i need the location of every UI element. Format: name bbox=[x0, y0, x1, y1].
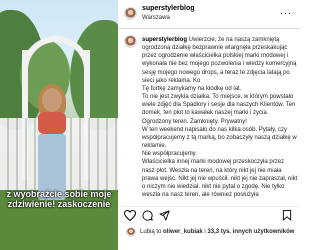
caption-username[interactable]: superstylerblog bbox=[142, 37, 187, 43]
post-media[interactable]: z wyobraźcie sobie moje zdziwienie! zask… bbox=[0, 0, 118, 250]
post-location[interactable]: Warszawa bbox=[142, 15, 170, 21]
caption-text: Uwierzcie, że na naszą zamkniętą ogrodzo… bbox=[142, 37, 298, 198]
likes-summary[interactable]: Lubią to oliwer_kubiak i 33,3 tys. innyc… bbox=[126, 227, 300, 241]
person bbox=[42, 88, 62, 112]
post-header: superstylerblog Warszawa ··· bbox=[118, 0, 300, 29]
avatar[interactable] bbox=[124, 7, 137, 20]
bookmark-icon[interactable] bbox=[282, 210, 292, 221]
video-caption-line: zdziwienie! zaskoczenie bbox=[7, 199, 111, 209]
video-caption: z wyobraźcie sobie moje zdziwienie! zask… bbox=[0, 189, 118, 209]
likes-user[interactable]: oliwer_kubiak bbox=[163, 229, 203, 235]
video-caption-line: z wyobraźcie sobie moje bbox=[6, 189, 112, 199]
likes-text: Lubią to oliwer_kubiak i 33,3 tys. innyc… bbox=[140, 229, 294, 235]
comment-icon[interactable] bbox=[142, 210, 153, 221]
likes-count[interactable]: 33,3 tys. innych użytkowników bbox=[207, 229, 294, 235]
avatar bbox=[126, 227, 136, 237]
person bbox=[38, 112, 66, 134]
likes-prefix: Lubią to bbox=[140, 229, 164, 235]
post-panel: superstylerblog Warszawa ··· superstyler… bbox=[118, 0, 300, 250]
heart-icon[interactable] bbox=[124, 210, 136, 221]
media-foliage bbox=[70, 20, 118, 130]
post-caption: superstylerblog Uwierzcie, że na naszą z… bbox=[142, 36, 298, 199]
author-username[interactable]: superstylerblog bbox=[142, 5, 195, 12]
share-icon[interactable] bbox=[159, 210, 170, 221]
more-options-icon[interactable]: ··· bbox=[280, 8, 292, 18]
action-bar bbox=[118, 206, 300, 222]
post-caption-area[interactable]: superstylerblog Uwierzcie, że na naszą z… bbox=[118, 32, 300, 204]
avatar[interactable] bbox=[124, 35, 137, 48]
